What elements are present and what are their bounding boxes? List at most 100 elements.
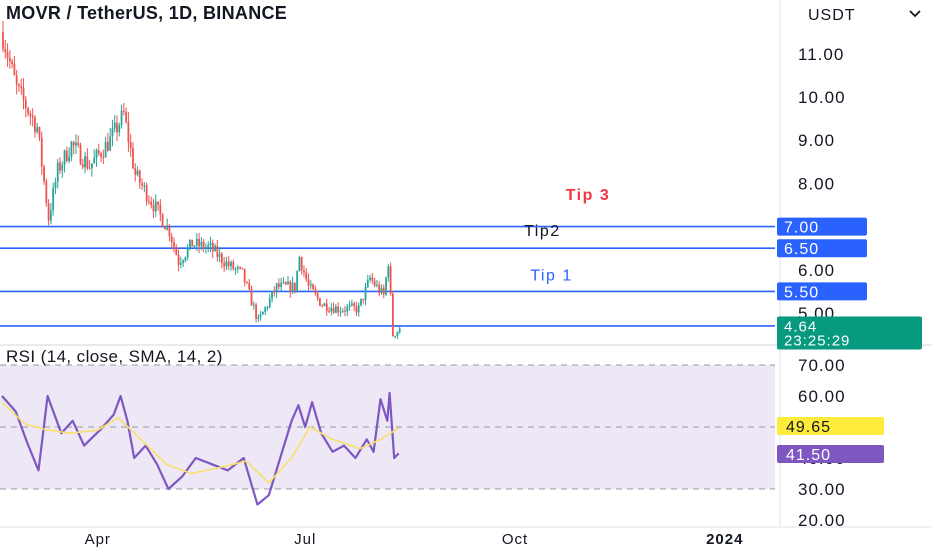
candle <box>298 255 301 272</box>
candle <box>230 260 232 271</box>
price-axis-tick-label: 9.00 <box>798 131 835 150</box>
candle <box>54 177 57 195</box>
candle <box>47 199 50 226</box>
candle <box>239 266 242 270</box>
candle <box>102 149 105 165</box>
candle <box>220 251 223 269</box>
candle <box>312 283 314 290</box>
price-axis-tick-label: 6.00 <box>798 261 835 280</box>
candle <box>391 291 394 337</box>
candle <box>337 302 340 317</box>
candle <box>257 314 260 322</box>
candle <box>109 127 112 151</box>
candle <box>387 264 390 282</box>
time-axis-tick-label: Oct <box>502 531 528 548</box>
level-price-badge-2: 5.50 <box>777 282 867 301</box>
candle <box>177 249 180 272</box>
candle <box>166 218 169 231</box>
time-axis-tick-label: Jul <box>294 531 316 548</box>
candle <box>168 224 171 242</box>
chevron-down-icon[interactable] <box>909 10 921 18</box>
candle <box>382 284 385 299</box>
rsi-indicator-title: RSI (14, close, SMA, 14, 2) <box>6 347 223 366</box>
candle <box>86 148 89 171</box>
candle <box>148 195 150 205</box>
candle <box>138 169 141 189</box>
candle <box>186 243 189 261</box>
candle <box>100 151 102 163</box>
candle <box>59 157 61 174</box>
candle <box>113 114 116 133</box>
candle <box>36 122 39 134</box>
annotation-tip-2[interactable]: Tip2 <box>524 223 561 240</box>
candle <box>77 135 80 148</box>
candle <box>214 243 216 252</box>
annotation-tip-3[interactable]: Tip 3 <box>566 187 611 204</box>
candle <box>70 140 73 162</box>
candle <box>132 142 134 170</box>
candle <box>18 82 20 92</box>
candle <box>309 280 312 290</box>
candle <box>236 264 239 274</box>
rsi-axis-tick-label: 70.00 <box>798 356 846 375</box>
currency-label: USDT <box>808 7 856 24</box>
svg-text:41.50: 41.50 <box>786 447 831 464</box>
price-axis-tick-label: 10.00 <box>798 88 846 107</box>
candle <box>79 142 82 166</box>
candle <box>332 302 335 314</box>
candle <box>394 335 397 339</box>
candle <box>314 285 317 296</box>
candle <box>198 232 200 254</box>
candle <box>328 306 330 314</box>
last-price-badge: 4.6423:25:29 <box>777 316 922 350</box>
candle <box>125 107 128 124</box>
candle <box>120 104 123 129</box>
candle <box>300 256 303 275</box>
candle <box>31 108 34 127</box>
candle <box>334 304 337 314</box>
candle <box>378 280 381 297</box>
candle <box>52 182 55 216</box>
candle <box>250 285 253 306</box>
candle <box>75 134 77 154</box>
candle <box>225 256 228 271</box>
rsi-axis-tick-label: 30.00 <box>798 480 846 499</box>
candle <box>116 115 118 142</box>
price-axis-tick-label: 11.00 <box>798 45 844 64</box>
candle <box>282 276 285 284</box>
candle <box>305 268 308 282</box>
candle <box>88 160 91 170</box>
candle <box>175 244 178 256</box>
candle <box>136 166 139 177</box>
time-axis-tick-label: Apr <box>85 531 111 548</box>
candle <box>316 290 319 301</box>
candle <box>248 278 251 291</box>
candle <box>275 282 278 299</box>
candle <box>111 119 114 147</box>
candle <box>277 278 280 290</box>
svg-text:6.50: 6.50 <box>784 241 819 258</box>
candle <box>232 259 235 271</box>
candle <box>157 201 159 211</box>
candle <box>127 112 130 152</box>
candle <box>129 133 132 157</box>
candle <box>353 301 356 312</box>
candle <box>13 55 16 76</box>
candle <box>93 149 96 164</box>
candle <box>8 49 11 69</box>
candle <box>27 106 29 117</box>
candle <box>211 239 214 258</box>
rsi-axis-tick-label: 60.00 <box>798 387 846 406</box>
candle <box>218 247 221 263</box>
candle <box>68 147 71 164</box>
candle <box>61 161 64 178</box>
candle <box>341 308 344 314</box>
candle <box>15 69 18 95</box>
candle <box>6 43 9 67</box>
candle <box>348 300 351 311</box>
candle <box>159 199 162 222</box>
candle <box>11 58 14 69</box>
chart-root: Tip 3Tip2Tip 1 5.006.007.008.009.0010.00… <box>0 0 932 550</box>
annotation-tip-1[interactable]: Tip 1 <box>530 268 572 285</box>
candle <box>170 233 173 250</box>
